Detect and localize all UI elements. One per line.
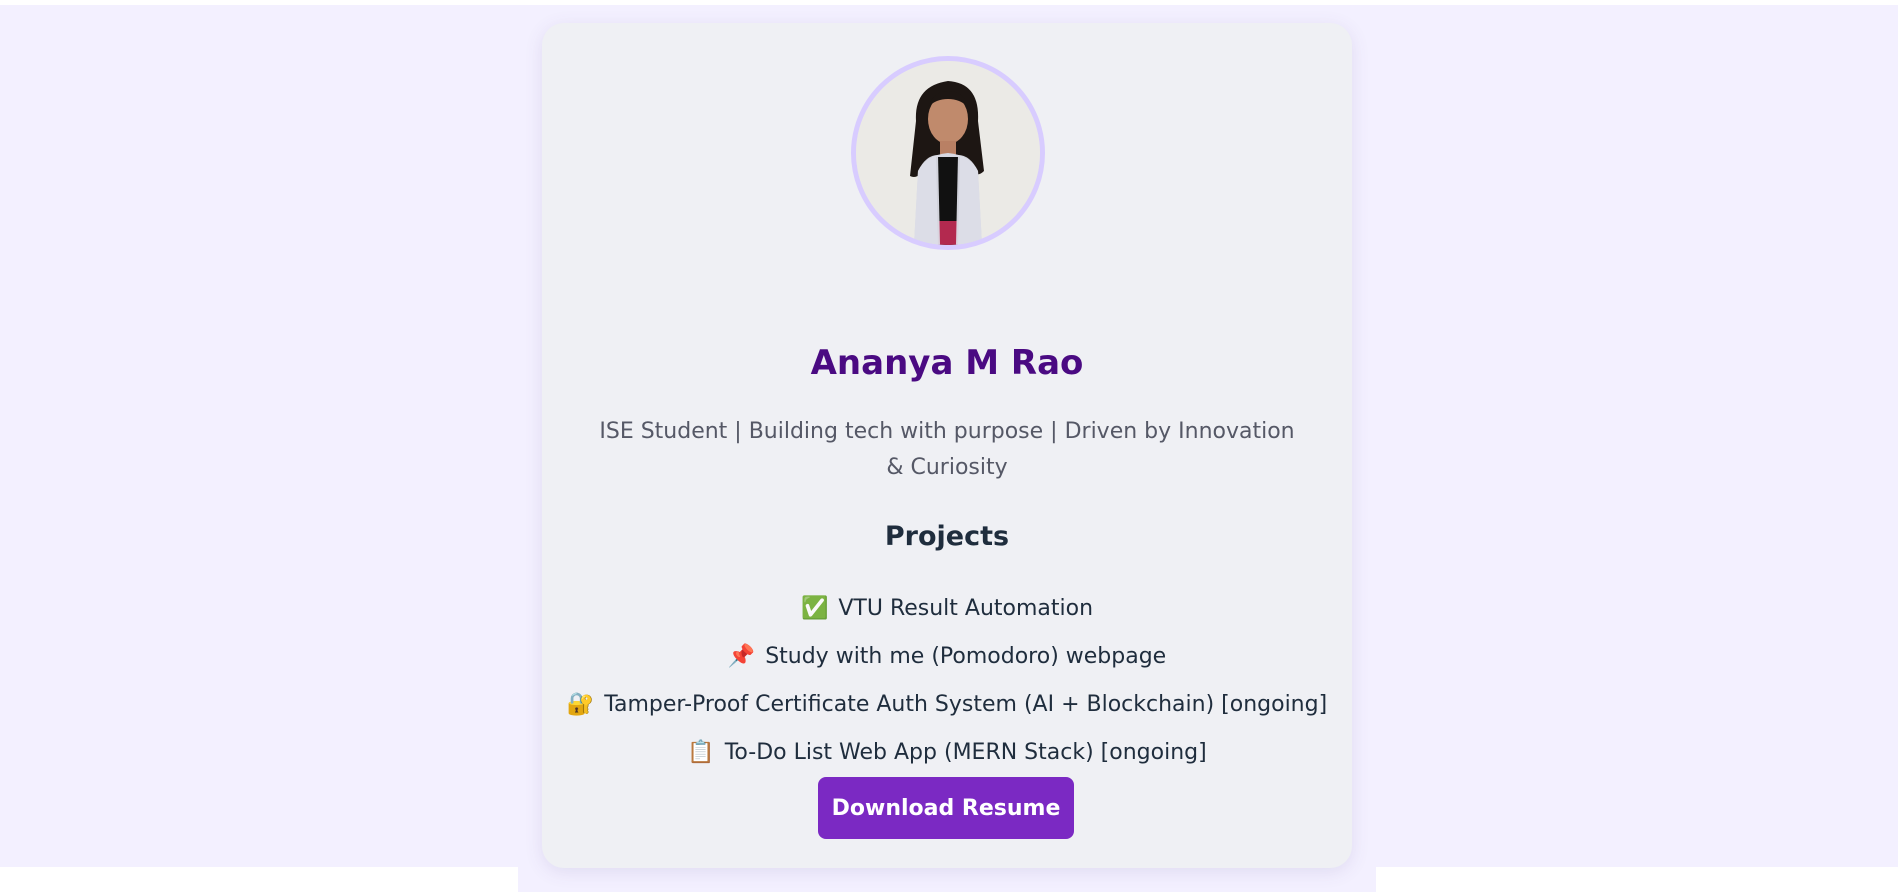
pushpin-icon: 📌 xyxy=(727,644,756,669)
project-list: ✅ VTU Result Automation 📌 Study with me (P… xyxy=(542,585,1352,777)
project-item: ✅ VTU Result Automation xyxy=(542,585,1352,633)
project-item: 📋 To-Do List Web App (MERN Stack) [ongoin… xyxy=(542,729,1352,777)
project-label: To-Do List Web App (MERN Stack) [ongoing… xyxy=(724,740,1207,765)
clipboard-icon: 📋 xyxy=(687,740,715,765)
projects-heading: Projects xyxy=(884,521,1010,552)
profile-tagline: ISE Student | Building tech with purpose… xyxy=(599,419,1295,480)
lock-icon: 🔐 xyxy=(566,692,595,717)
check-mark-icon: ✅ xyxy=(800,596,829,621)
profile-name: Ananya M Rao xyxy=(810,343,1084,383)
project-item: 📌 Study with me (Pomodoro) webpage xyxy=(542,633,1352,681)
avatar-photo xyxy=(856,61,1040,245)
avatar xyxy=(851,56,1045,250)
project-label: VTU Result Automation xyxy=(838,596,1094,621)
project-item: 🔐 Tamper-Proof Certificate Auth System (A… xyxy=(542,681,1352,729)
page-bottom-strip xyxy=(518,867,1376,892)
project-label: Study with me (Pomodoro) webpage xyxy=(765,644,1167,669)
project-label: Tamper-Proof Certificate Auth System (AI… xyxy=(604,692,1328,717)
profile-card: Ananya M Rao ISE Student | Building tech… xyxy=(542,23,1352,868)
download-resume-button[interactable]: Download Resume xyxy=(818,777,1074,839)
